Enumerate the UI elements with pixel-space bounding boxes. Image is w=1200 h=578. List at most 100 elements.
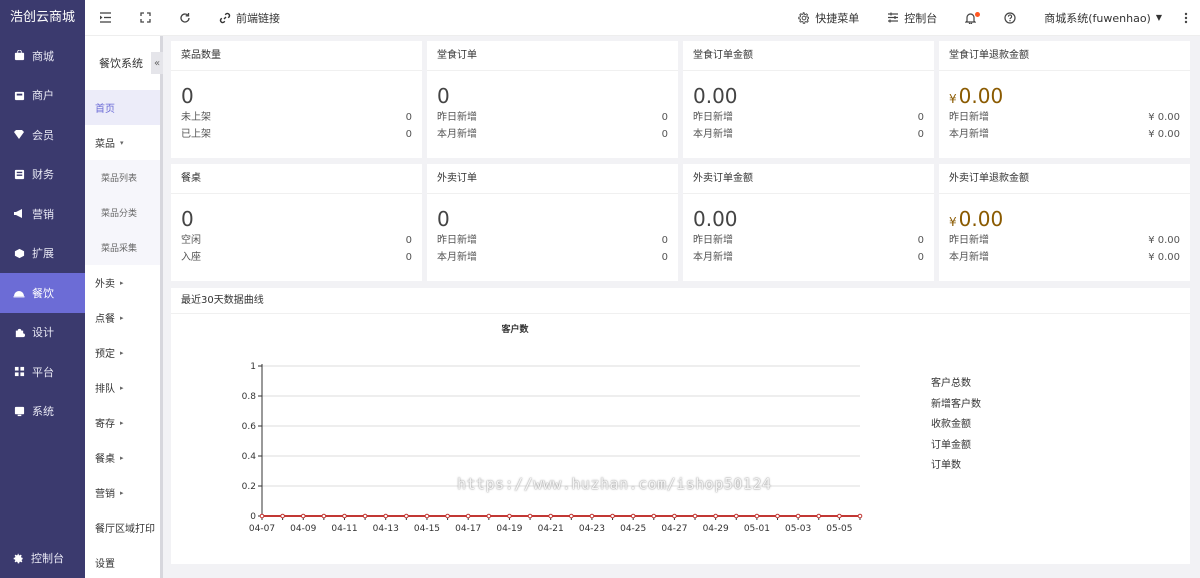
stat-card: 外卖订单 0 昨日新增 0 本月新增 0 — [427, 164, 678, 281]
brand-logo[interactable]: 浩创云商城 — [0, 0, 85, 36]
chart-legend: 客户总数 新增客户数 收款金额 订单金额 订单数 — [931, 374, 981, 477]
sidebar-item-7[interactable]: 设计 — [0, 313, 85, 353]
x-tick-label: 04-29 — [703, 524, 729, 534]
store-icon — [13, 50, 25, 62]
console-button[interactable]: 控制台 — [873, 0, 951, 36]
sidebar-item-5[interactable]: 扩展 — [0, 234, 85, 274]
subnav-item-12[interactable]: 餐厅区域打印 — [85, 510, 160, 545]
sidebar-console-link[interactable]: 控制台 — [0, 546, 85, 570]
subnav-item-5[interactable]: 外卖 ▸ — [85, 265, 160, 300]
sidebar-item-9[interactable]: 系统 — [0, 392, 85, 432]
stat-row-label: 昨日新增 — [949, 235, 989, 246]
refresh-icon — [179, 12, 191, 24]
fullscreen-button[interactable] — [126, 0, 165, 36]
stat-row-value: 0 — [917, 129, 924, 140]
collapse-subnav-button[interactable]: « — [151, 52, 163, 74]
data-point — [775, 513, 780, 519]
sidebar-item-label: 系统 — [32, 405, 54, 419]
data-point — [465, 513, 471, 519]
x-tick-label: 05-05 — [826, 524, 852, 534]
subnav-item-10[interactable]: 餐桌 ▸ — [85, 440, 160, 475]
sidebar-item-6[interactable]: 餐饮 — [0, 273, 85, 313]
subnav-item-6[interactable]: 点餐 ▸ — [85, 300, 160, 335]
data-point — [589, 513, 595, 519]
stat-card: 堂食订单金额 0.00 昨日新增 0 本月新增 0 — [683, 41, 934, 158]
subnav-item-13[interactable]: 设置 — [85, 545, 160, 578]
x-tick-label: 04-19 — [496, 524, 522, 534]
x-tick-label: 04-11 — [331, 524, 357, 534]
refresh-button[interactable] — [165, 0, 205, 36]
x-tick-label: 04-17 — [455, 524, 481, 534]
data-point — [816, 513, 822, 519]
stat-card-row: 昨日新增 0 — [427, 109, 678, 126]
user-menu-button[interactable]: 商城系统(fuwenhao) ▼ — [1030, 0, 1176, 36]
subnav-item-1[interactable]: 菜品 ▾ — [85, 125, 160, 160]
notification-button[interactable] — [951, 0, 990, 36]
stat-row-label: 本月新增 — [437, 129, 477, 140]
subnav-item-0[interactable]: 首页 — [85, 90, 160, 125]
data-point — [342, 513, 347, 519]
subnav-title-text: 餐饮系统 — [99, 57, 143, 70]
subnav-item-9[interactable]: 寄存 ▸ — [85, 405, 160, 440]
subnav-item-7[interactable]: 预定 ▸ — [85, 335, 160, 370]
frontend-link-button[interactable]: 前端链接 — [205, 0, 294, 36]
sidebar-item-3[interactable]: 财务 — [0, 155, 85, 195]
stat-value-number: 0 — [181, 84, 194, 108]
legend-item[interactable]: 订单数 — [931, 456, 981, 477]
caret-right-icon: ▸ — [120, 418, 124, 427]
stat-value-number: 0 — [181, 207, 194, 231]
data-point — [300, 513, 306, 519]
menu-toggle-button[interactable] — [85, 0, 126, 36]
stat-value-number: 0.00 — [693, 207, 738, 231]
stat-row-value: ¥ 0.00 — [1148, 112, 1180, 123]
stat-card-row: 本月新增 0 — [427, 126, 678, 143]
stat-row-value: ¥ 0.00 — [1148, 252, 1180, 263]
stat-card-value: 0 — [427, 83, 678, 109]
data-point — [733, 513, 739, 519]
legend-item[interactable]: 客户总数 — [931, 374, 981, 395]
more-options-button[interactable] — [1176, 0, 1200, 36]
subnav-item-11[interactable]: 营销 ▸ — [85, 475, 160, 510]
stat-card-value: 0 — [171, 206, 422, 232]
sidebar-item-1[interactable]: 商户 — [0, 76, 85, 116]
sub-sidebar: 餐饮系统 « 首页 菜品 ▾ 菜品列表 菜品分类 菜品采集 外卖 ▸ 点餐 ▸ 预定 ▸ 排队 ▸ 寄存 ▸ 餐… — [85, 36, 163, 578]
quick-menu-button[interactable]: 快捷菜单 — [784, 0, 873, 36]
subnav-item-2[interactable]: 菜品列表 — [85, 160, 160, 195]
stat-row-value: 0 — [661, 112, 668, 123]
stat-card-row: 未上架 0 — [171, 109, 422, 126]
stat-row-label: 昨日新增 — [949, 112, 989, 123]
stat-row-value: 0 — [661, 129, 668, 140]
help-button[interactable] — [990, 0, 1030, 36]
sidebar-item-4[interactable]: 营销 — [0, 194, 85, 234]
caret-right-icon: ▸ — [120, 383, 124, 392]
stat-value-number: 0.00 — [958, 84, 1004, 108]
stat-row-value: 0 — [917, 235, 924, 246]
legend-item[interactable]: 收款金额 — [931, 415, 981, 436]
legend-item[interactable]: 新增客户数 — [931, 395, 981, 416]
stat-card-title: 堂食订单退款金额 — [939, 41, 1190, 71]
legend-item[interactable]: 订单金额 — [931, 436, 981, 457]
data-point — [321, 513, 327, 519]
caret-down-icon: ▼ — [1155, 13, 1162, 22]
subnav-item-label: 首页 — [95, 104, 115, 115]
sidebar-item-2[interactable]: 会员 — [0, 115, 85, 155]
sidebar-item-0[interactable]: 商城 — [0, 36, 85, 76]
system-icon — [13, 405, 25, 417]
stat-card-title: 堂食订单金额 — [683, 41, 934, 71]
stat-value-number: 0 — [437, 84, 450, 108]
marketing-icon — [13, 208, 25, 220]
stat-card-row: 本月新增 0 — [683, 126, 934, 143]
data-point — [259, 513, 265, 519]
subnav-item-3[interactable]: 菜品分类 — [85, 195, 160, 230]
sidebar-item-label: 平台 — [32, 365, 54, 379]
x-tick-label: 04-13 — [373, 524, 399, 534]
sidebar-item-label: 商户 — [32, 89, 54, 103]
subnav-item-8[interactable]: 排队 ▸ — [85, 370, 160, 405]
sidebar-item-label: 财务 — [32, 168, 54, 182]
top-bar: 前端链接 快捷菜单 控制台 商城系统(fuwenhao) ▼ — [85, 0, 1200, 36]
currency-symbol: ¥ — [949, 215, 957, 229]
stat-value-number: 0 — [437, 207, 450, 231]
sidebar-item-8[interactable]: 平台 — [0, 352, 85, 392]
stat-card: 堂食订单退款金额 ¥0.00 昨日新增 ¥ 0.00 本月新增 ¥ 0.00 — [939, 41, 1190, 158]
subnav-item-4[interactable]: 菜品采集 — [85, 230, 160, 265]
